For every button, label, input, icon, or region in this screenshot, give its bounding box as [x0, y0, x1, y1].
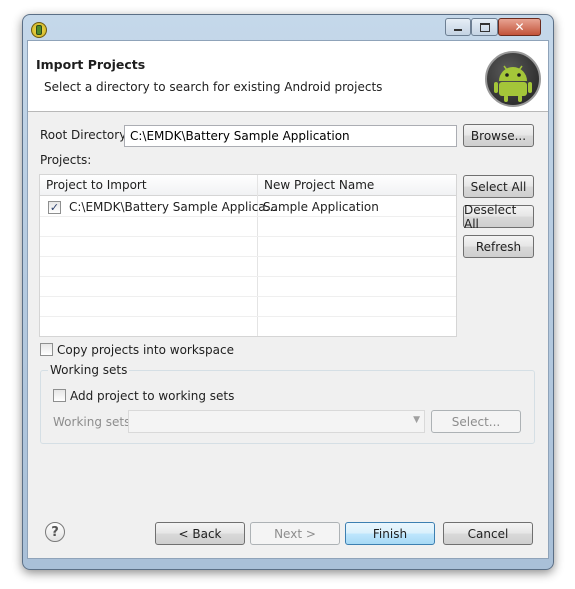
checkmark-icon: ✓: [49, 201, 60, 214]
projects-label: Projects:: [40, 153, 92, 167]
add-working-sets-label[interactable]: Add project to working sets: [70, 389, 234, 403]
table-row: [40, 297, 456, 317]
project-name-cell[interactable]: Sample Application: [263, 200, 379, 214]
column-header-project[interactable]: Project to Import: [40, 175, 257, 196]
root-directory-label: Root Directory:: [40, 128, 130, 142]
root-directory-input[interactable]: [124, 125, 457, 147]
project-checkbox[interactable]: ✓: [48, 201, 61, 214]
cancel-button[interactable]: Cancel: [443, 522, 533, 545]
select-all-button[interactable]: Select All: [463, 175, 534, 198]
working-sets-select-button[interactable]: Select...: [431, 410, 521, 433]
table-row[interactable]: ✓ C:\EMDK\Battery Sample Applica... Samp…: [40, 197, 456, 217]
table-row: [40, 237, 456, 257]
refresh-button[interactable]: Refresh: [463, 235, 534, 258]
help-icon[interactable]: ?: [45, 522, 65, 542]
android-logo-icon: [485, 51, 541, 107]
maximize-button[interactable]: [471, 18, 498, 36]
column-header-name[interactable]: New Project Name: [257, 175, 456, 196]
copy-workspace-label[interactable]: Copy projects into workspace: [57, 343, 234, 357]
table-row: [40, 277, 456, 297]
browse-button[interactable]: Browse...: [463, 124, 534, 147]
table-row: [40, 217, 456, 237]
chevron-down-icon: ▼: [413, 415, 420, 425]
close-icon: ✕: [514, 20, 525, 34]
page-title: Import Projects: [36, 57, 146, 72]
working-sets-group-label: Working sets: [48, 363, 130, 377]
minimize-icon: [454, 29, 462, 31]
finish-button[interactable]: Finish: [345, 522, 435, 545]
page-subtitle: Select a directory to search for existin…: [44, 80, 383, 94]
table-row: [40, 317, 456, 337]
working-sets-field-label: Working sets:: [53, 415, 135, 429]
deselect-all-button[interactable]: Deselect All: [463, 203, 534, 231]
project-path-cell: C:\EMDK\Battery Sample Applica...: [69, 200, 278, 214]
add-working-sets-checkbox[interactable]: [53, 389, 66, 402]
wizard-header: [28, 41, 548, 112]
minimize-button[interactable]: [445, 18, 471, 36]
working-sets-dropdown[interactable]: ▼: [128, 410, 425, 433]
app-icon: [31, 22, 47, 38]
maximize-icon: [479, 22, 490, 32]
projects-table[interactable]: Project to Import New Project Name ✓ C:\…: [39, 174, 457, 337]
table-row: [40, 257, 456, 277]
copy-workspace-checkbox[interactable]: [40, 343, 53, 356]
back-button[interactable]: < Back: [155, 522, 245, 545]
next-button[interactable]: Next >: [250, 522, 340, 545]
close-button[interactable]: ✕: [498, 18, 541, 36]
